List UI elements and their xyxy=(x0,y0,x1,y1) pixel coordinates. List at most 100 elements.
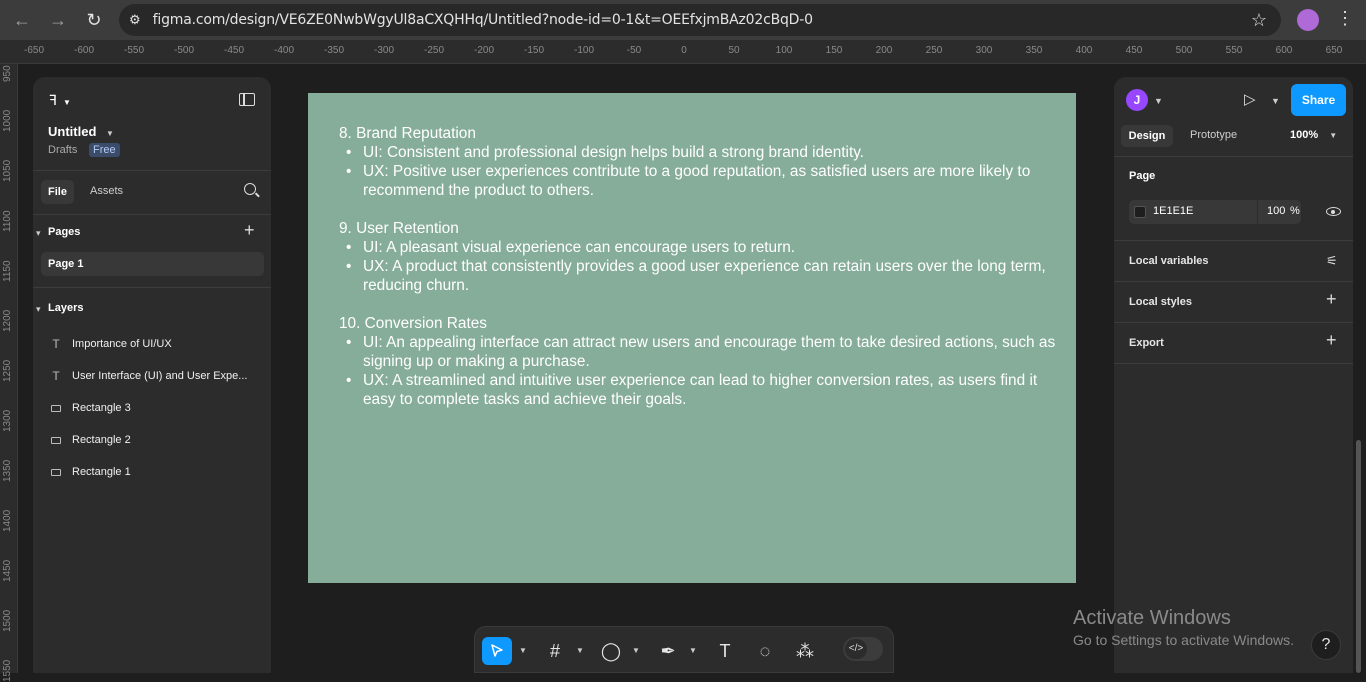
pages-header[interactable]: Pages xyxy=(48,226,80,238)
section-heading: 10. Conversion Rates xyxy=(339,315,487,332)
tab-design[interactable]: Design xyxy=(1121,125,1173,147)
back-icon[interactable]: ← xyxy=(4,2,40,38)
layer-item[interactable]: T Importance of UI/UX xyxy=(49,337,171,351)
address-bar[interactable]: ⚙ figma.com/design/VE6ZE0NwbWgyUl8aCXQHH… xyxy=(119,4,1281,36)
ruler-tick-label: -550 xyxy=(123,45,145,56)
opacity-unit: % xyxy=(1290,205,1300,217)
ruler-tick-label: -650 xyxy=(23,45,45,56)
ruler-tick-label: -500 xyxy=(173,45,195,56)
add-export-icon[interactable]: + xyxy=(1326,330,1337,351)
actions-tool-button[interactable]: ⁂ xyxy=(793,637,817,665)
shape-tool-button[interactable]: ◯ xyxy=(599,637,623,665)
search-icon[interactable] xyxy=(244,183,256,195)
chevron-down-icon[interactable]: ▼ xyxy=(1154,96,1163,106)
page-opacity-field[interactable]: 100 % xyxy=(1258,200,1301,224)
frame-tool-button[interactable]: # xyxy=(543,637,567,665)
divider xyxy=(33,287,271,288)
local-variables-label[interactable]: Local variables xyxy=(1129,255,1209,267)
page-color-field[interactable]: 1E1E1E xyxy=(1129,200,1257,224)
ruler-tick-label: 1050 xyxy=(2,159,13,182)
bookmark-star-icon[interactable]: ☆ xyxy=(1251,10,1267,31)
tab-assets[interactable]: Assets xyxy=(90,185,123,197)
file-location[interactable]: Drafts xyxy=(48,144,77,156)
tab-file[interactable]: File xyxy=(41,180,74,204)
opacity-value[interactable]: 100 xyxy=(1267,205,1285,217)
browser-toolbar: ← → ↻ ⚙ figma.com/design/VE6ZE0NwbWgyUl8… xyxy=(0,0,1366,40)
bullet-list: UI: An appealing interface can attract n… xyxy=(339,333,1059,409)
page-color-hex[interactable]: 1E1E1E xyxy=(1153,205,1193,217)
local-styles-label[interactable]: Local styles xyxy=(1129,296,1192,308)
text-icon: T xyxy=(719,640,731,661)
chevron-down-icon[interactable]: ▼ xyxy=(1271,96,1280,106)
ruler-tick-label: -50 xyxy=(626,45,642,56)
left-sidebar: ꟻ ▼ Untitled ▼ Drafts Free File Assets ▾… xyxy=(33,77,271,673)
divider xyxy=(1114,240,1353,241)
chevron-down-icon[interactable]: ▾ xyxy=(36,228,41,239)
move-tool-button[interactable] xyxy=(482,637,512,665)
bullet-list: UI: A pleasant visual experience can enc… xyxy=(339,238,1059,295)
ruler-tick-label: -150 xyxy=(523,45,545,56)
ruler-tick-label: -600 xyxy=(73,45,95,56)
canvas-frame[interactable]: 8. Brand ReputationUI: Consistent and pr… xyxy=(308,93,1076,583)
variables-sliders-icon[interactable]: ⚟ xyxy=(1326,253,1338,269)
vertical-scrollbar[interactable] xyxy=(1356,440,1361,673)
bullet-item: UX: A product that consistently provides… xyxy=(339,257,1059,295)
color-swatch[interactable] xyxy=(1134,206,1146,218)
bottom-toolbar: ▼ # ▼ ◯ ▼ ✒ ▼ T ◌ ⁂ </> xyxy=(474,626,894,673)
ruler-tick-label: 50 xyxy=(728,45,740,56)
layer-item[interactable]: Rectangle 1 xyxy=(49,465,131,479)
rectangle-layer-icon xyxy=(49,465,63,479)
help-button[interactable]: ? xyxy=(1311,630,1341,660)
chevron-down-icon: ▼ xyxy=(106,129,114,138)
export-label[interactable]: Export xyxy=(1129,337,1164,349)
layer-item[interactable]: Rectangle 3 xyxy=(49,401,131,415)
ruler-tick-label: 1250 xyxy=(2,359,13,382)
layer-item[interactable]: T User Interface (UI) and User Expe... xyxy=(49,369,247,383)
chevron-down-icon[interactable]: ▼ xyxy=(576,646,584,655)
forward-icon[interactable]: → xyxy=(40,2,76,38)
text-section: 10. Conversion RatesUI: An appealing int… xyxy=(339,314,1059,409)
browser-profile-avatar[interactable] xyxy=(1297,9,1319,31)
comment-tool-button[interactable]: ◌ xyxy=(753,637,777,665)
file-title[interactable]: Untitled ▼ xyxy=(48,124,114,139)
divider xyxy=(1114,363,1353,364)
eye-icon[interactable] xyxy=(1326,207,1341,216)
tab-prototype[interactable]: Prototype xyxy=(1190,129,1237,141)
layer-name: Rectangle 3 xyxy=(72,402,131,414)
text-layer-icon: T xyxy=(52,337,60,351)
ruler-tick-label: 650 xyxy=(1325,45,1343,56)
reload-icon[interactable]: ↻ xyxy=(76,2,112,38)
page-item[interactable]: Page 1 xyxy=(41,252,264,276)
chevron-down-icon[interactable]: ▼ xyxy=(519,646,527,655)
ruler-tick-label: 400 xyxy=(1075,45,1093,56)
page-section-label: Page xyxy=(1129,170,1156,182)
chevron-down-icon[interactable]: ▾ xyxy=(36,304,41,315)
present-play-icon[interactable] xyxy=(1244,90,1256,108)
chevron-down-icon: ▼ xyxy=(1329,131,1338,140)
dev-mode-toggle[interactable]: </> xyxy=(843,637,883,661)
chevron-down-icon[interactable]: ▼ xyxy=(689,646,697,655)
figma-menu-button[interactable]: ꟻ ▼ xyxy=(49,92,71,109)
zoom-value: 100% xyxy=(1290,129,1319,141)
file-name: Untitled xyxy=(48,124,97,139)
avatar[interactable]: J xyxy=(1126,89,1148,111)
frame-text-block[interactable]: 8. Brand ReputationUI: Consistent and pr… xyxy=(339,124,1059,428)
add-page-icon[interactable]: + xyxy=(244,220,255,241)
browser-menu-icon[interactable]: ⋮ xyxy=(1336,8,1354,29)
add-style-icon[interactable]: + xyxy=(1326,289,1337,310)
sidebar-toggle-icon[interactable] xyxy=(239,93,255,106)
pen-tool-button[interactable]: ✒ xyxy=(656,637,680,665)
bullet-item: UX: Positive user experiences contribute… xyxy=(339,162,1059,200)
layers-header[interactable]: Layers xyxy=(48,302,83,314)
rectangle-layer-icon xyxy=(49,433,63,447)
ruler-tick-label: 1550 xyxy=(2,659,13,682)
zoom-dropdown[interactable]: 100% ▼ xyxy=(1290,129,1337,141)
windows-activation-watermark: Activate Windows Go to Settings to activ… xyxy=(1073,607,1294,648)
chevron-down-icon[interactable]: ▼ xyxy=(632,646,640,655)
site-settings-icon[interactable]: ⚙ xyxy=(129,12,141,28)
text-tool-button[interactable]: T xyxy=(713,637,737,665)
layer-item[interactable]: Rectangle 2 xyxy=(49,433,131,447)
share-button[interactable]: Share xyxy=(1291,84,1346,116)
plan-badge: Free xyxy=(89,143,120,157)
bullet-item: UI: Consistent and professional design h… xyxy=(339,143,1059,162)
